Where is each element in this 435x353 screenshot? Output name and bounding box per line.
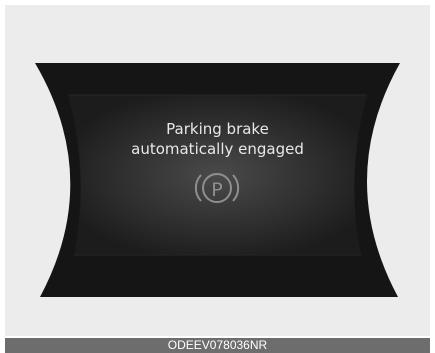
cluster-display: P [35,63,400,297]
figure-code-bar: ODEEV078036NR [5,338,430,353]
illustration-frame: P Parking brake automatically engaged [5,5,430,336]
parking-brake-symbol: P [211,179,222,201]
message-line-2: automatically engaged [131,140,304,158]
warning-message: Parking brake automatically engaged [5,119,430,159]
figure-code: ODEEV078036NR [167,338,268,352]
message-line-1: Parking brake [166,120,269,138]
